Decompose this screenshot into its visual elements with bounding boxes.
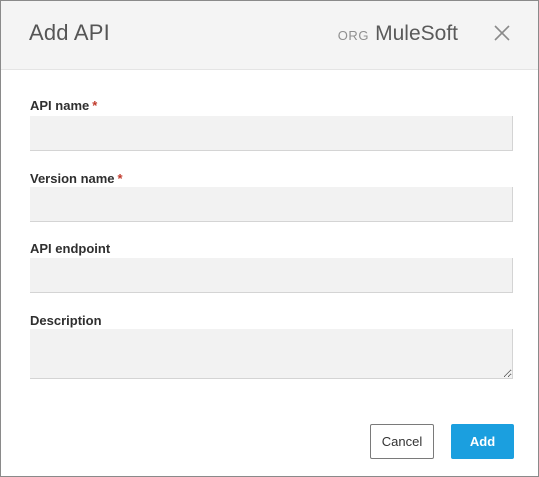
cancel-button[interactable]: Cancel: [370, 424, 434, 459]
add-api-dialog: Add API ORG MuleSoft API name * Version n…: [0, 0, 539, 477]
api-name-label: API name *: [30, 98, 97, 113]
version-name-input[interactable]: [30, 187, 513, 222]
add-button[interactable]: Add: [451, 424, 514, 459]
description-label: Description: [30, 313, 102, 328]
dialog-header: Add API ORG MuleSoft: [1, 1, 538, 70]
required-marker: *: [92, 98, 98, 113]
org-name: MuleSoft: [375, 22, 458, 45]
api-endpoint-input[interactable]: [30, 258, 513, 293]
api-name-label-text: API name: [30, 98, 90, 113]
version-name-label: Version name *: [30, 171, 123, 186]
required-marker: *: [117, 171, 123, 186]
api-name-input[interactable]: [30, 116, 513, 151]
org-label: ORG: [337, 28, 370, 43]
version-name-label-text: Version name: [30, 171, 115, 186]
api-endpoint-label: API endpoint: [30, 241, 111, 256]
org-indicator: ORG MuleSoft: [338, 22, 458, 46]
close-icon-graphic: [494, 25, 510, 41]
description-textarea[interactable]: [30, 329, 513, 379]
dialog-title: Add API: [29, 20, 110, 45]
close-icon[interactable]: [492, 23, 512, 43]
